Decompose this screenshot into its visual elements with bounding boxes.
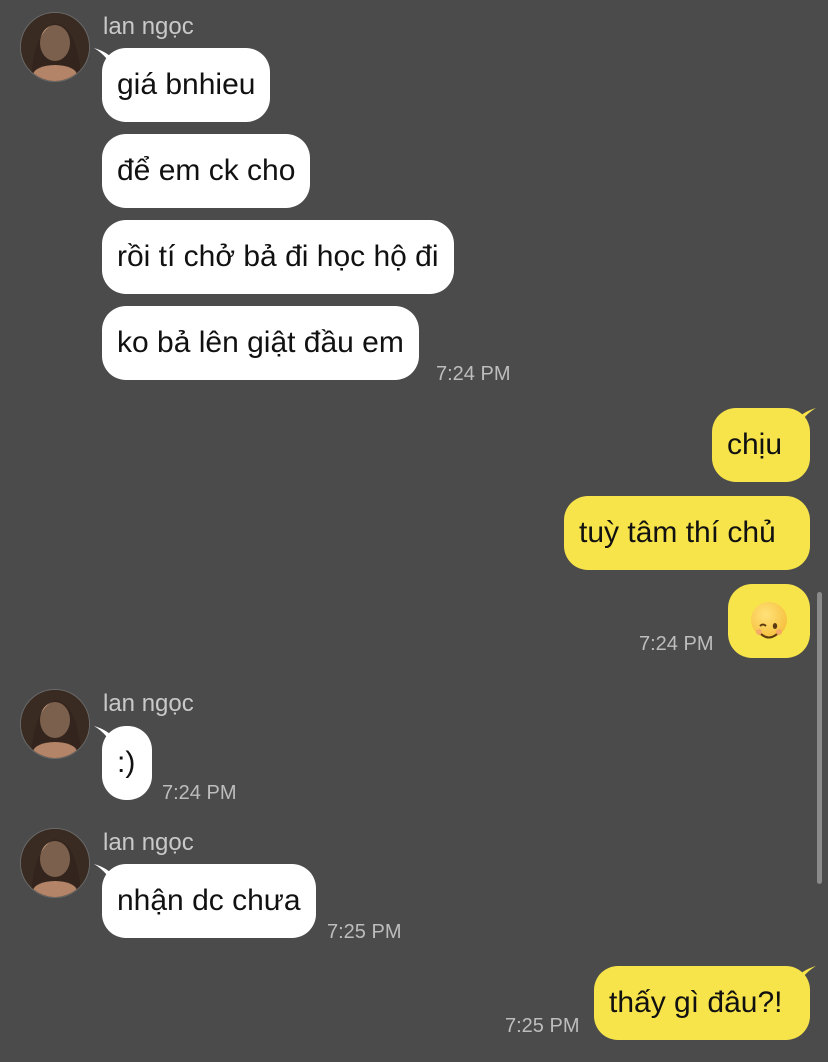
message-bubble[interactable]: thấy gì đâu?! [594,966,810,1040]
message-bubble[interactable]: :) [102,726,152,800]
message-timestamp: 7:24 PM [436,363,511,385]
message-bubble[interactable]: để em ck cho [102,134,311,208]
sender-name: lan ngọc [103,829,194,856]
avatar-photo [21,13,89,81]
message-bubble[interactable]: rồi tí chở bả đi học hộ đi [102,220,454,294]
message-bubble[interactable] [728,584,810,658]
message-bubble[interactable]: chịu [712,408,810,482]
scrollbar[interactable] [817,592,822,884]
winking-face-emoji [751,602,787,639]
message-bubble[interactable]: nhận dc chưa [102,864,316,938]
avatar[interactable] [20,689,90,759]
avatar[interactable] [20,12,90,82]
message-timestamp: 7:25 PM [505,1015,580,1037]
avatar-photo [21,690,89,758]
message-timestamp: 7:24 PM [639,633,714,655]
sender-name: lan ngọc [103,690,194,717]
message-timestamp: 7:24 PM [162,782,237,804]
message-bubble[interactable]: ko bả lên giật đầu em [102,306,419,380]
message-timestamp: 7:25 PM [327,921,402,943]
sender-name: lan ngọc [103,13,194,40]
avatar-photo [21,829,89,897]
message-bubble[interactable]: giá bnhieu [102,48,271,122]
avatar[interactable] [20,828,90,898]
message-bubble[interactable]: tuỳ tâm thí chủ [564,496,810,570]
